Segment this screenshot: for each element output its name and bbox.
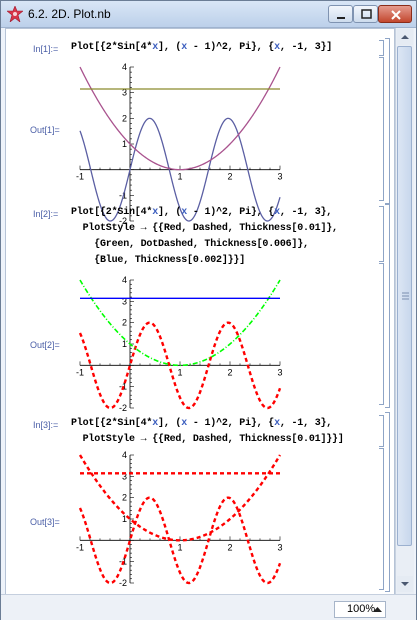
cell-bracket[interactable] [379, 448, 384, 590]
cell-bracket[interactable] [379, 57, 384, 201]
plot-output[interactable]: -1 1 2 3-2-11234 [66, 274, 286, 414]
x-tick-label: -1 [76, 367, 84, 377]
code-text: {Blue, Thickness[0.002]}}] [71, 255, 246, 266]
code-line: PlotStyle → {{Red, Dashed, Thickness[0.0… [71, 223, 338, 239]
x-tick-label: 3 [277, 542, 282, 552]
plot-output[interactable]: -1 1 2 3-2-11234 [66, 449, 286, 589]
x-tick-label: 2 [227, 367, 232, 377]
minimize-icon [337, 17, 345, 19]
code-text: , -1, 3}] [279, 42, 333, 53]
out-label: Out[1]= [30, 125, 60, 135]
x-tick-label: 3 [277, 367, 282, 377]
x-tick-label: -1 [76, 172, 84, 182]
chevron-up-icon [373, 607, 382, 612]
input-code[interactable]: Plot[{2*Sin[4*x], (x - 1)^2, Pi}, {x, -1… [71, 42, 332, 58]
close-icon [391, 10, 401, 20]
zoom-value: 100% [347, 603, 376, 615]
zoom-dropdown[interactable]: 100% [334, 601, 386, 618]
close-button[interactable] [378, 5, 412, 23]
series-line [78, 454, 282, 542]
code-text: Plot[{2*Sin[4* [71, 42, 153, 53]
x-tick-label: 1 [177, 172, 182, 182]
y-tick-label: 1 [122, 339, 127, 349]
arrow-down-icon [401, 582, 409, 586]
code-text: Plot[{2*Sin[4* [71, 418, 153, 429]
scroll-up-button[interactable] [397, 29, 413, 45]
code-line: Plot[{2*Sin[4*x], (x - 1)^2, Pi}, {x, -1… [71, 42, 332, 58]
input-code[interactable]: Plot[{2*Sin[4*x], (x - 1)^2, Pi}, {x, -1… [71, 207, 338, 271]
y-tick-label: 1 [122, 514, 127, 524]
series-line [79, 279, 281, 367]
y-tick-label: 2 [122, 318, 127, 328]
x-tick-label: 3 [277, 172, 282, 182]
y-tick-label: -2 [119, 578, 127, 588]
code-text: - 1)^2, Pi}, { [187, 418, 275, 429]
y-tick-label: -2 [119, 403, 127, 413]
code-text: ], ( [158, 207, 182, 218]
scroll-thumb[interactable] [397, 46, 412, 546]
scroll-down-button[interactable] [397, 576, 413, 592]
code-text: Plot[{2*Sin[4* [71, 207, 153, 218]
code-text: - 1)^2, Pi}, { [187, 42, 275, 53]
code-text: , -1, 3}, [279, 207, 333, 218]
x-tick-label: 1 [177, 542, 182, 552]
notebook-window: 6.2. 2D. Plot.nb In[1]:= Plot[{2*Sin[4*x… [0, 0, 417, 620]
y-tick-label: 4 [122, 450, 127, 460]
cell-bracket[interactable] [379, 206, 384, 262]
x-tick-label: 2 [227, 172, 232, 182]
cell-bracket[interactable] [379, 40, 384, 56]
cell-bracket[interactable] [379, 263, 384, 405]
maximize-button[interactable] [353, 5, 378, 23]
group-bracket[interactable] [385, 38, 390, 204]
code-line: {Blue, Thickness[0.002]}}] [71, 255, 338, 271]
x-tick-label: 2 [227, 542, 232, 552]
y-tick-label: 2 [122, 113, 127, 123]
out-label: Out[2]= [30, 340, 60, 350]
window-title: 6.2. 2D. Plot.nb [28, 7, 111, 21]
grip-icon [402, 292, 409, 300]
group-bracket[interactable] [385, 204, 390, 408]
in-label: In[1]:= [33, 44, 59, 54]
input-code[interactable]: Plot[{2*Sin[4*x], (x - 1)^2, Pi}, {x, -1… [71, 418, 344, 450]
minimize-button[interactable] [328, 5, 353, 23]
code-line: {Green, DotDashed, Thickness[0.006]}, [71, 239, 338, 255]
code-line: Plot[{2*Sin[4*x], (x - 1)^2, Pi}, {x, -1… [71, 207, 338, 223]
code-text: {Green, DotDashed, Thickness[0.006]}, [71, 239, 309, 250]
maximize-icon [361, 9, 372, 19]
x-tick-label: 1 [177, 367, 182, 377]
arrow-up-icon [401, 35, 409, 39]
code-text: ], ( [158, 418, 182, 429]
x-tick-label: -1 [76, 542, 84, 552]
code-text: ], ( [158, 42, 182, 53]
title-bar[interactable]: 6.2. 2D. Plot.nb [1, 1, 416, 28]
notebook-content[interactable]: In[1]:= Plot[{2*Sin[4*x], (x - 1)^2, Pi}… [5, 28, 395, 596]
y-tick-label: 2 [122, 493, 127, 503]
group-bracket[interactable] [385, 412, 390, 592]
code-text: , -1, 3}, [279, 418, 333, 429]
code-line: PlotStyle → {{Red, Dashed, Thickness[0.0… [71, 434, 344, 450]
in-label: In[3]:= [33, 420, 59, 430]
mathematica-icon [7, 6, 23, 22]
y-tick-label: 4 [122, 275, 127, 285]
in-label: In[2]:= [33, 209, 59, 219]
code-line: Plot[{2*Sin[4*x], (x - 1)^2, Pi}, {x, -1… [71, 418, 344, 434]
out-label: Out[3]= [30, 517, 60, 527]
series-line [79, 66, 281, 171]
code-text: PlotStyle → {{Red, Dashed, Thickness[0.0… [71, 434, 344, 445]
y-tick-label: 4 [122, 62, 127, 72]
code-text: PlotStyle → {{Red, Dashed, Thickness[0.0… [71, 223, 338, 234]
plot-output[interactable]: -1 1 2 3-2-11234 [66, 59, 286, 229]
vertical-scrollbar[interactable] [395, 28, 414, 594]
code-text: - 1)^2, Pi}, { [187, 207, 275, 218]
cell-bracket[interactable] [379, 415, 384, 447]
